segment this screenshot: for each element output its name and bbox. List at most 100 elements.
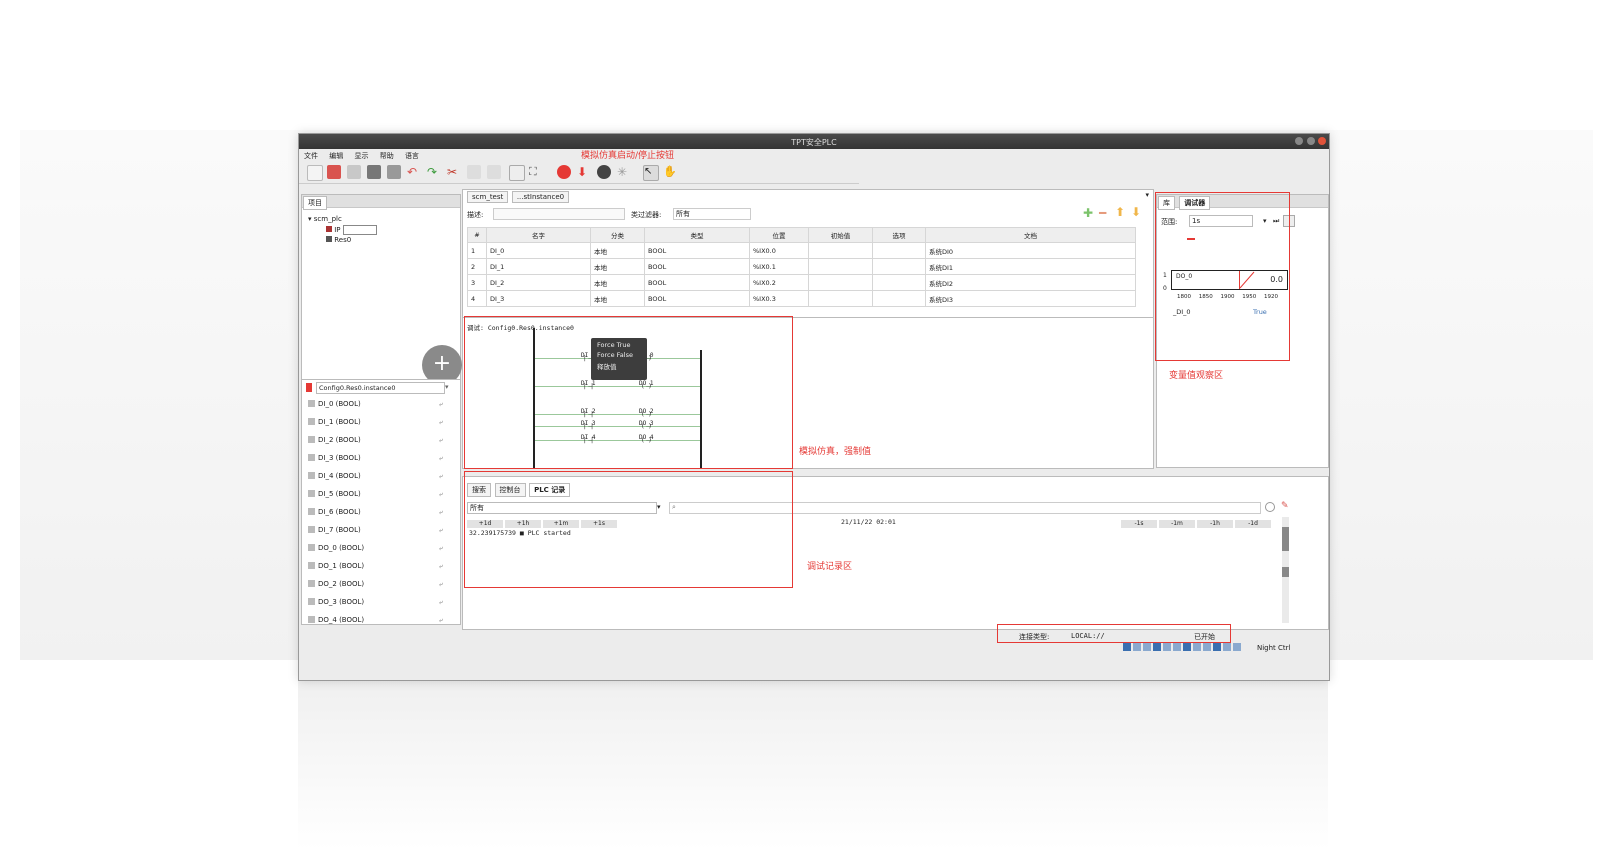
tray-icon[interactable]: [1223, 643, 1231, 651]
list-item[interactable]: DI_5 (BOOL) ⤶: [302, 486, 460, 504]
table-cell[interactable]: 系统DI0: [925, 242, 1136, 259]
menu-help[interactable]: 帮助: [380, 151, 394, 161]
save-icon[interactable]: [347, 165, 361, 179]
tray-icon[interactable]: [1143, 643, 1151, 651]
tray-icon[interactable]: [1163, 643, 1171, 651]
watch-icon[interactable]: ⤶: [439, 580, 443, 589]
list-item[interactable]: DI_2 (BOOL) ⤶: [302, 432, 460, 450]
scrollbar-thumb-marker[interactable]: [1282, 567, 1289, 577]
table-cell[interactable]: BOOL: [644, 258, 750, 275]
table-cell[interactable]: %IX0.2: [749, 274, 809, 291]
move-up-icon[interactable]: ⬆: [1115, 205, 1125, 219]
tray-icon[interactable]: [1173, 643, 1181, 651]
list-item[interactable]: DI_0 (BOOL) ⤶: [302, 396, 460, 414]
tree-item-ip[interactable]: IP: [326, 225, 377, 235]
list-item[interactable]: DI_1 (BOOL) ⤶: [302, 414, 460, 432]
list-item[interactable]: DO_0 (BOOL) ⤶: [302, 540, 460, 558]
watch-icon[interactable]: ⤶: [439, 400, 443, 409]
undo-icon[interactable]: ↶: [407, 165, 421, 179]
table-cell[interactable]: [872, 290, 926, 307]
expand-icon[interactable]: [308, 526, 315, 533]
description-input[interactable]: [493, 208, 625, 220]
table-cell[interactable]: DI_2: [486, 274, 591, 291]
table-cell[interactable]: [808, 258, 873, 275]
list-item[interactable]: DI_6 (BOOL) ⤶: [302, 504, 460, 522]
download-icon[interactable]: ⬇: [577, 165, 591, 179]
list-item[interactable]: DI_3 (BOOL) ⤶: [302, 450, 460, 468]
hand-icon[interactable]: ✋: [663, 165, 677, 179]
table-cell[interactable]: 1: [467, 242, 487, 259]
table-row[interactable]: 2 DI_1 本地 BOOL %IX0.1 系统DI1: [467, 258, 1136, 275]
tray-icon[interactable]: [1133, 643, 1141, 651]
table-cell[interactable]: 系统DI1: [925, 258, 1136, 275]
close-button[interactable]: [1318, 137, 1326, 145]
paste-icon[interactable]: [487, 165, 501, 179]
table-cell[interactable]: [808, 290, 873, 307]
new-file-icon[interactable]: [307, 165, 323, 181]
remove-row-icon[interactable]: ━: [1099, 206, 1106, 220]
table-row[interactable]: 3 DI_2 本地 BOOL %IX0.2 系统DI2: [467, 274, 1136, 291]
menu-edit[interactable]: 编辑: [329, 151, 343, 161]
menu-view[interactable]: 显示: [354, 151, 368, 161]
tree-item-res0[interactable]: Res0: [326, 236, 351, 244]
watch-icon[interactable]: ⤶: [439, 526, 443, 535]
copy-icon[interactable]: [467, 165, 481, 179]
table-cell[interactable]: DI_0: [486, 242, 591, 259]
table-cell[interactable]: BOOL: [644, 274, 750, 291]
watch-icon[interactable]: ⤶: [439, 598, 443, 607]
open-folder-icon[interactable]: [327, 165, 341, 179]
menu-file[interactable]: 文件: [304, 151, 318, 161]
tab-instance[interactable]: ...stInstance0: [511, 191, 570, 203]
expand-icon[interactable]: [308, 580, 315, 587]
watch-icon[interactable]: ⤶: [439, 508, 443, 517]
tray-icon[interactable]: [1183, 643, 1191, 651]
expand-icon[interactable]: [308, 418, 315, 425]
tray-icon[interactable]: [1193, 643, 1201, 651]
table-cell[interactable]: [808, 274, 873, 291]
maximize-button[interactable]: [1307, 137, 1315, 145]
dropdown-chevron-icon[interactable]: ▾: [445, 383, 449, 391]
expand-icon[interactable]: [308, 472, 315, 479]
tray-icon[interactable]: [1153, 643, 1161, 651]
list-item[interactable]: DI_4 (BOOL) ⤶: [302, 468, 460, 486]
expand-icon[interactable]: [308, 598, 315, 605]
log-scrollbar[interactable]: [1282, 517, 1289, 623]
minimize-button[interactable]: [1295, 137, 1303, 145]
time-jump-button[interactable]: -1h: [1197, 520, 1233, 528]
list-item[interactable]: DO_1 (BOOL) ⤶: [302, 558, 460, 576]
expand-icon[interactable]: [308, 454, 315, 461]
table-cell[interactable]: [872, 242, 926, 259]
table-cell[interactable]: DI_3: [486, 290, 591, 307]
table-cell[interactable]: 3: [467, 274, 487, 291]
table-cell[interactable]: 系统DI2: [925, 274, 1136, 291]
table-cell[interactable]: %IX0.1: [749, 258, 809, 275]
expand-icon[interactable]: [308, 490, 315, 497]
expand-icon[interactable]: [308, 544, 315, 551]
table-cell[interactable]: 本地: [590, 242, 645, 259]
list-item[interactable]: DO_3 (BOOL) ⤶: [302, 594, 460, 612]
watch-icon[interactable]: ⤶: [439, 490, 443, 499]
print-icon[interactable]: [387, 165, 401, 179]
tab-scm-test[interactable]: scm_test: [467, 191, 509, 203]
rename-input[interactable]: [342, 225, 377, 235]
watch-icon[interactable]: ⤶: [439, 454, 443, 463]
watch-icon[interactable]: ⤶: [439, 436, 443, 445]
tab-project[interactable]: 项目: [303, 196, 327, 210]
tray-icon[interactable]: [1203, 643, 1211, 651]
scrollbar-thumb[interactable]: [1282, 527, 1289, 551]
expand-icon[interactable]: [308, 436, 315, 443]
table-cell[interactable]: %IX0.0: [749, 242, 809, 259]
filter-select[interactable]: 所有: [673, 208, 751, 220]
table-cell[interactable]: BOOL: [644, 290, 750, 307]
time-jump-button[interactable]: -1d: [1235, 520, 1271, 528]
save-as-icon[interactable]: [367, 165, 381, 179]
settings-icon[interactable]: ✳: [617, 165, 631, 179]
fullscreen-icon[interactable]: ⛶: [529, 165, 543, 179]
watch-icon[interactable]: ⤶: [439, 418, 443, 427]
panel-menu-icon[interactable]: ▾: [1145, 191, 1149, 199]
time-jump-button[interactable]: -1m: [1159, 520, 1195, 528]
watch-icon[interactable]: ⤶: [439, 562, 443, 571]
table-row[interactable]: 1 DI_0 本地 BOOL %IX0.0 系统DI0: [467, 242, 1136, 259]
watch-icon[interactable]: ⤶: [439, 472, 443, 481]
debug-icon[interactable]: [597, 165, 611, 179]
